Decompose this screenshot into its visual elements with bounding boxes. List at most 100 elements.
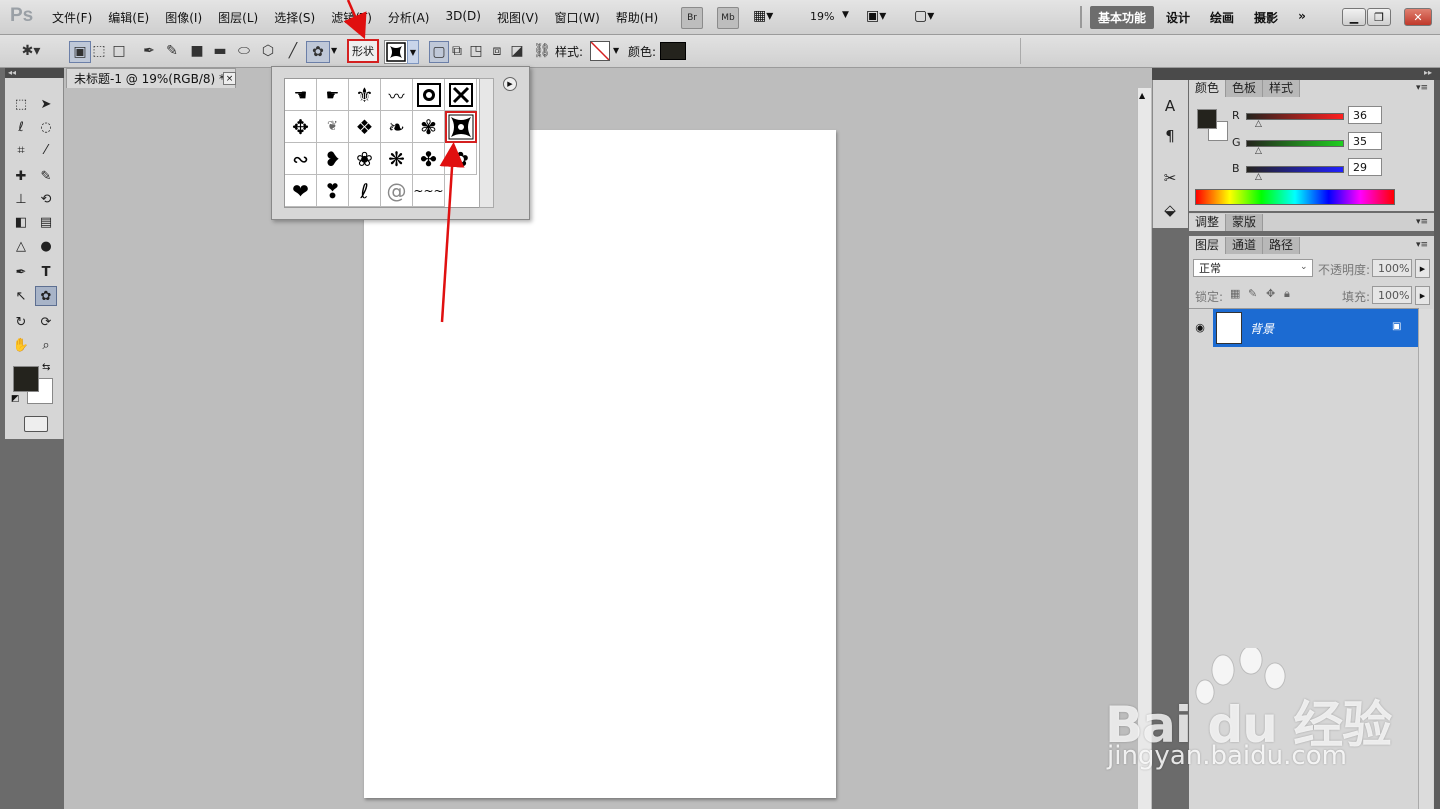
menu-image[interactable]: 图像(I) — [157, 9, 210, 26]
shape-frame-ornament[interactable] — [413, 79, 445, 111]
shape-spiral[interactable]: @ — [381, 175, 413, 207]
shape-square-ornament[interactable] — [445, 79, 477, 111]
lasso-tool-icon[interactable]: ℓ — [10, 117, 32, 137]
character-panel-icon[interactable]: A — [1153, 94, 1187, 118]
menu-layer[interactable]: 图层(L) — [210, 9, 266, 26]
marquee-tool-icon[interactable]: ⬚ — [10, 94, 32, 114]
shape-branch[interactable]: ✤ — [413, 143, 445, 175]
document-tab[interactable]: 未标题-1 @ 19%(RGB/8) * — [66, 68, 236, 88]
custom-shape-tool-icon[interactable]: ✿ — [35, 286, 57, 306]
menu-view[interactable]: 视图(V) — [489, 9, 547, 26]
workspace-photography[interactable]: 摄影 — [1246, 6, 1286, 29]
quick-selection-icon[interactable]: ◌ — [35, 117, 57, 137]
type-tool-icon[interactable]: T — [35, 262, 57, 282]
tab-layers[interactable]: 图层 — [1189, 237, 1227, 254]
shape-snowflake-flower[interactable]: ❋ — [381, 143, 413, 175]
restore-icon[interactable]: ❐ — [1367, 8, 1391, 26]
shape-picker-arrow-icon[interactable]: ▼ — [407, 40, 419, 64]
fill-input[interactable]: 100% — [1372, 286, 1412, 304]
channel-g-input[interactable]: 35 — [1348, 132, 1382, 150]
tool-presets-icon[interactable]: ✂ — [1153, 166, 1187, 190]
path-combine-icon[interactable]: ▢ — [429, 41, 449, 63]
shape-leaf-spray[interactable]: ❧ — [381, 111, 413, 143]
shape-pointing-hand-right[interactable]: ☛ — [317, 79, 349, 111]
rounded-rectangle-icon[interactable]: ▬ — [210, 41, 230, 61]
quick-mask-button[interactable] — [24, 416, 48, 432]
shape-grid-scrollbar[interactable] — [479, 78, 494, 208]
zoom-level[interactable]: 19% — [810, 10, 834, 23]
eyedropper-icon[interactable]: ⁄ — [35, 140, 57, 160]
path-intersect-icon[interactable]: ⧈ — [488, 41, 506, 61]
panel-fg-color[interactable] — [1197, 109, 1217, 129]
lock-position-icon[interactable]: ✥ — [1266, 287, 1275, 300]
shape-picker-preview[interactable] — [384, 40, 408, 64]
tab-paths[interactable]: 路径 — [1263, 237, 1301, 254]
blur-tool-icon[interactable]: △ — [10, 236, 32, 256]
shape-heart-ornament[interactable]: ❤ — [285, 175, 317, 207]
freeform-pen-icon[interactable]: ✎ — [162, 41, 182, 61]
fill-pixels-mode-icon[interactable]: □ — [109, 41, 129, 61]
layers-menu-icon[interactable]: ▾≡ — [1416, 240, 1428, 250]
pen-tool-icon[interactable]: ✒ — [139, 41, 159, 61]
panels-header[interactable] — [1188, 68, 1440, 80]
shape-layers-mode-icon[interactable]: ▣ — [69, 41, 91, 63]
color-spectrum[interactable] — [1195, 189, 1395, 205]
adjustments-menu-icon[interactable]: ▾≡ — [1416, 217, 1428, 227]
shape-pointing-hand-left[interactable]: ☚ — [285, 79, 317, 111]
stamp-tool-icon[interactable]: ⊥ — [10, 189, 32, 209]
custom-shape-icon[interactable]: ✿ — [306, 41, 330, 63]
tab-color[interactable]: 颜色 — [1189, 80, 1227, 97]
close-tab-icon[interactable]: × — [223, 72, 236, 85]
dodge-tool-icon[interactable]: ● — [35, 236, 57, 256]
rectangle-shape-icon[interactable]: ■ — [187, 41, 207, 61]
pen-tool-icon-2[interactable]: ✒ — [10, 262, 32, 282]
eraser-icon[interactable]: ◧ — [10, 212, 32, 232]
shape-scroll-ornament[interactable]: ❦ — [317, 111, 349, 143]
swap-colors-icon[interactable]: ⇆ — [42, 362, 50, 373]
fill-arrow-icon[interactable]: ▶ — [1415, 286, 1430, 305]
shape-selected-ornament[interactable] — [445, 111, 477, 143]
paths-mode-icon[interactable]: ⬚ — [89, 41, 109, 61]
channel-g-thumb[interactable]: △ — [1255, 146, 1262, 156]
lock-all-icon[interactable]: 🔒︎ — [1284, 287, 1290, 301]
shape-diamond-cross[interactable]: ✥ — [285, 111, 317, 143]
scroll-up-icon[interactable]: ▲ — [1139, 91, 1145, 100]
default-colors-icon[interactable]: ◩ — [11, 394, 20, 404]
tab-masks[interactable]: 蒙版 — [1226, 214, 1264, 231]
tab-swatches[interactable]: 色板 — [1226, 80, 1264, 97]
3d-rotate-icon[interactable]: ↻ — [10, 312, 32, 332]
foreground-color-swatch[interactable] — [13, 366, 39, 392]
layer-name[interactable]: 背景 — [1250, 320, 1274, 337]
color-swatch[interactable] — [660, 42, 686, 60]
collapse-panels-icon[interactable]: ▸▸ — [1424, 68, 1432, 77]
channel-b-input[interactable]: 29 — [1348, 158, 1382, 176]
shape-lattice[interactable]: ❖ — [349, 111, 381, 143]
workspace-more[interactable]: » — [1290, 6, 1314, 29]
menu-file[interactable]: 文件(F) — [44, 9, 100, 26]
workspace-painting[interactable]: 绘画 — [1202, 6, 1242, 29]
shape-vine[interactable]: ❀ — [349, 143, 381, 175]
workspace-design[interactable]: 设计 — [1158, 6, 1198, 29]
menu-filter[interactable]: 滤镜(T) — [323, 9, 380, 26]
workspace-essentials[interactable]: 基本功能 — [1090, 6, 1155, 29]
menu-help[interactable]: 帮助(H) — [608, 9, 666, 26]
tool-preset-icon[interactable]: ✱▾ — [18, 41, 44, 61]
link-icon[interactable]: ⛓ — [533, 41, 551, 61]
polygon-shape-icon[interactable]: ⬡ — [258, 41, 278, 61]
menu-edit[interactable]: 编辑(E) — [100, 9, 157, 26]
tab-channels[interactable]: 通道 — [1226, 237, 1264, 254]
zoom-tool-icon[interactable]: ⌕ — [35, 335, 57, 355]
bridge-button[interactable]: Br — [681, 7, 703, 29]
tab-adjustments[interactable]: 调整 — [1189, 214, 1227, 231]
move-tool-icon[interactable]: ➤ — [35, 94, 57, 114]
menu-3d[interactable]: 3D(D) — [437, 9, 488, 26]
menu-select[interactable]: 选择(S) — [266, 9, 323, 26]
shape-bird-swirl[interactable]: ❥ — [317, 143, 349, 175]
3d-panel-icon[interactable]: ⬙ — [1153, 198, 1187, 222]
path-selection-icon[interactable]: ↖ — [10, 286, 32, 306]
minimize-icon[interactable]: ▁ — [1342, 8, 1366, 26]
shape-curl[interactable]: ℓ — [349, 175, 381, 207]
close-icon[interactable]: ✕ — [1404, 8, 1432, 26]
hand-tool-icon[interactable]: ✋ — [10, 335, 32, 355]
shape-flourish[interactable]: 〰 — [381, 79, 413, 111]
